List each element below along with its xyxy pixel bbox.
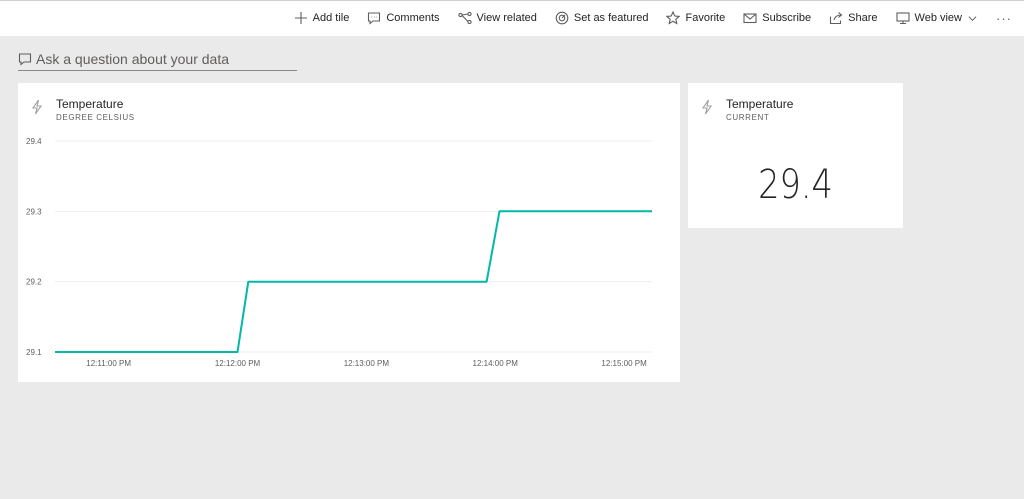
monitor-icon <box>895 12 910 25</box>
set-as-featured-button[interactable]: Set as featured <box>546 0 658 36</box>
temperature-line-chart-tile[interactable]: Temperature DEGREE CELSIUS 29.1 29.2 29.3 2… <box>18 83 680 382</box>
y-tick-label: 29.1 <box>26 348 42 357</box>
more-options-button[interactable]: ··· <box>986 0 1016 36</box>
x-tick-label: 12:13:00 PM <box>344 359 390 368</box>
add-tile-label: Add tile <box>312 12 350 24</box>
card-subtitle: CURRENT <box>726 113 770 122</box>
lightning-icon <box>701 99 713 115</box>
share-icon <box>830 12 843 25</box>
add-tile-button[interactable]: Add tile <box>285 0 359 36</box>
line-chart: 29.1 29.2 29.3 29.4 12:11:00 PM 12:12:00 PM 12… <box>26 137 653 368</box>
x-tick-label: 12:14:00 PM <box>473 359 519 368</box>
mail-icon <box>743 13 757 24</box>
x-tick-label: 12:12:00 PM <box>215 359 261 368</box>
qa-placeholder: Ask a question about your data <box>36 51 230 67</box>
card-title: Temperature <box>726 97 794 111</box>
top-action-bar: Add tile Comments View related Set as fe… <box>0 0 1024 36</box>
star-icon <box>666 11 681 25</box>
y-tick-label: 29.4 <box>26 137 42 146</box>
subscribe-label: Subscribe <box>762 12 812 24</box>
temperature-card-tile[interactable]: Temperature CURRENT 29.4 <box>688 83 903 228</box>
x-tick-label: 12:11:00 PM <box>86 359 131 368</box>
view-related-button[interactable]: View related <box>449 0 546 36</box>
featured-icon <box>555 11 569 25</box>
share-label: Share <box>848 12 878 24</box>
related-icon <box>457 11 472 25</box>
plus-icon <box>294 12 307 24</box>
toolbar: Add tile Comments View related Set as fe… <box>285 0 1016 36</box>
comments-label: Comments <box>386 12 440 24</box>
share-button[interactable]: Share <box>820 0 886 36</box>
comment-icon <box>368 12 381 25</box>
web-view-dropdown[interactable]: Web view <box>887 0 986 36</box>
subscribe-button[interactable]: Subscribe <box>734 0 820 36</box>
card-value: 29.4 <box>758 162 833 208</box>
y-tick-label: 29.3 <box>26 207 42 216</box>
favorite-button[interactable]: Favorite <box>657 0 734 36</box>
qa-input[interactable]: Ask a question about your data <box>18 48 297 71</box>
favorite-label: Favorite <box>685 12 726 24</box>
view-related-label: View related <box>476 12 537 24</box>
x-tick-label: 12:15:00 PM <box>601 359 647 368</box>
set-as-featured-label: Set as featured <box>573 12 649 24</box>
chevron-down-icon <box>968 15 977 21</box>
y-tick-label: 29.2 <box>26 278 42 287</box>
comment-icon <box>18 53 32 66</box>
web-view-label: Web view <box>914 12 962 24</box>
comments-button[interactable]: Comments <box>358 0 448 36</box>
